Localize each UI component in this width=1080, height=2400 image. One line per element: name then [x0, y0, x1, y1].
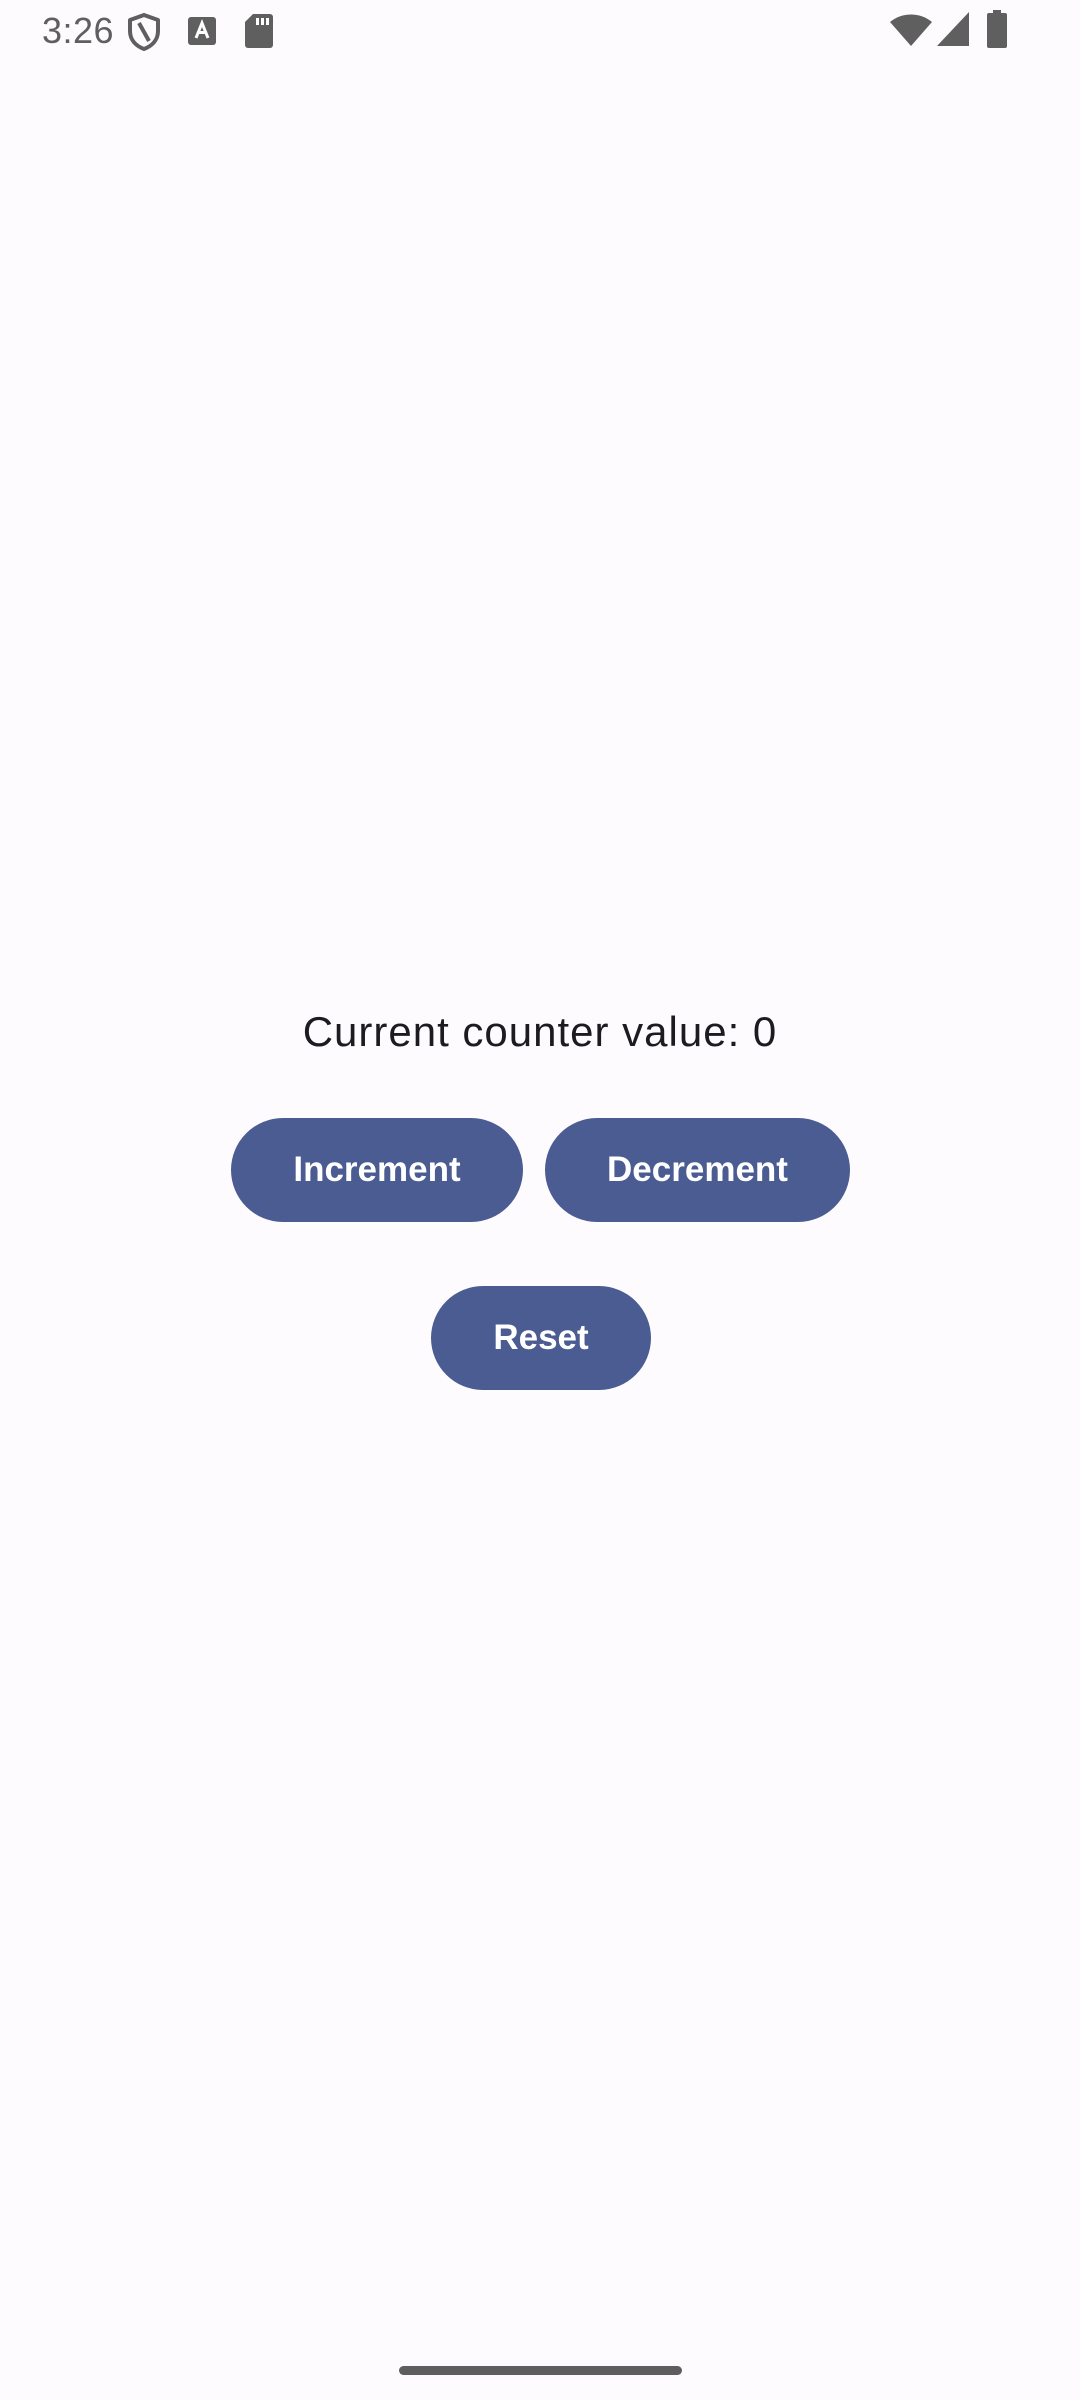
wifi-icon — [890, 14, 932, 46]
navigation-handle[interactable] — [399, 2366, 682, 2375]
status-time: 3:26 — [42, 10, 115, 51]
counter-value-label: Current counter value: 0 — [302, 1008, 778, 1055]
decrement-button[interactable]: Decrement — [545, 1118, 850, 1222]
status-bar: 3:26 — [0, 0, 1080, 62]
shield-icon — [128, 13, 160, 51]
battery-icon — [987, 10, 1007, 48]
text-a-icon — [188, 17, 216, 45]
sd-card-icon — [245, 14, 273, 48]
increment-button[interactable]: Increment — [231, 1118, 523, 1222]
cell-signal-icon — [937, 12, 969, 46]
reset-button[interactable]: Reset — [431, 1286, 651, 1390]
